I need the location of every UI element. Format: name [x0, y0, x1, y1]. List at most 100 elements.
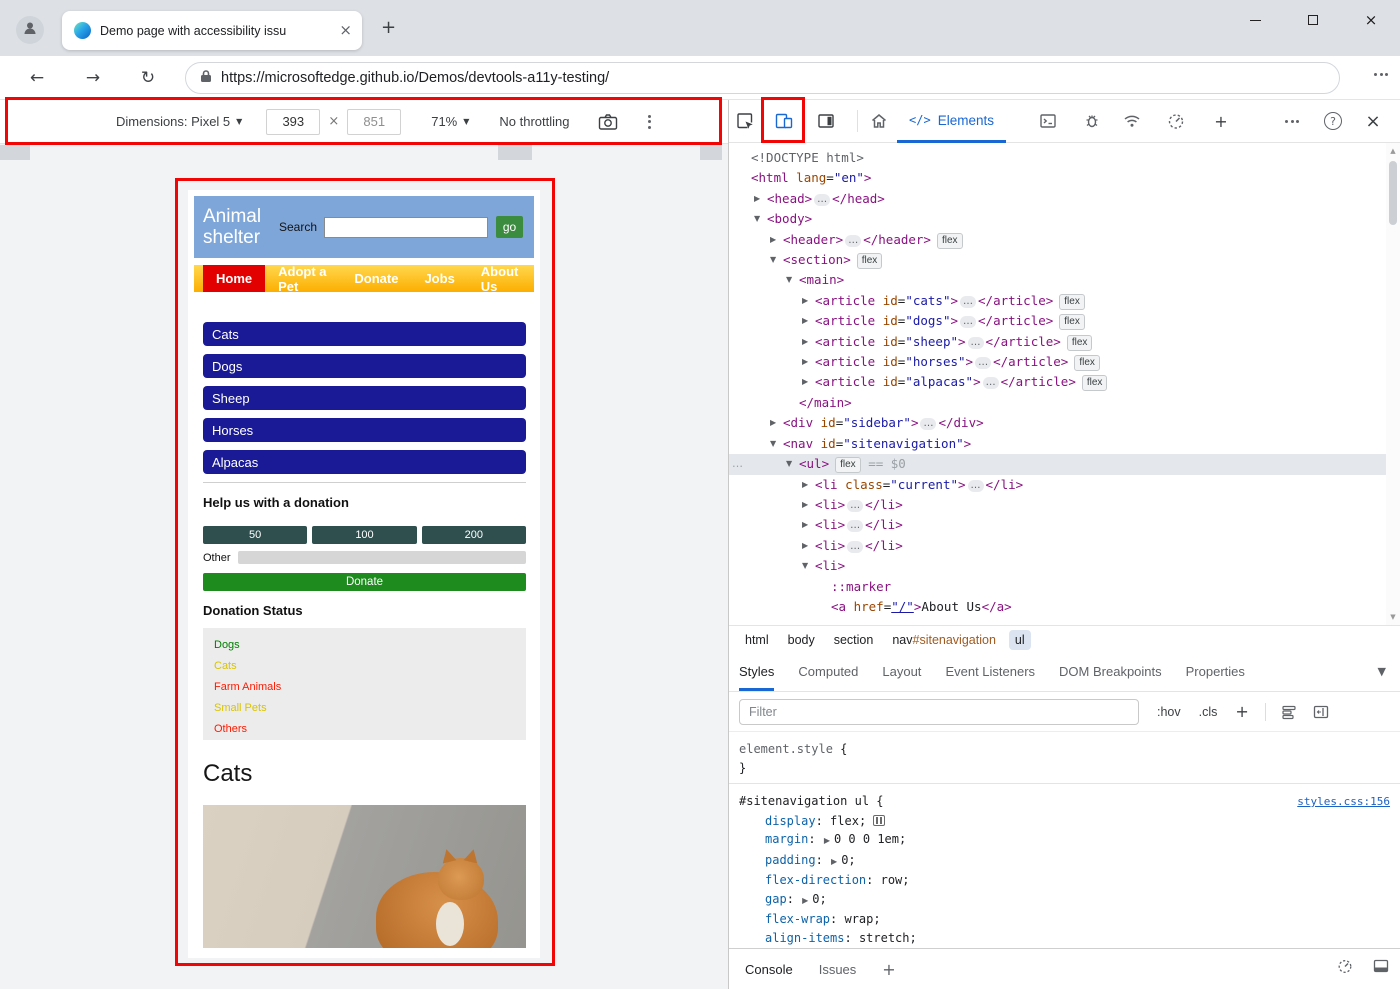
expand-arrow-icon[interactable]: ▶	[802, 352, 808, 372]
toggle-hover-state[interactable]: :hov	[1157, 705, 1181, 719]
status-link-small-pets[interactable]: Small Pets	[214, 702, 515, 714]
styles-tab-dom-breakpoints[interactable]: DOM Breakpoints	[1059, 653, 1162, 691]
drawer-tab-issues[interactable]: Issues	[819, 962, 857, 977]
expand-arrow-icon[interactable]: ▶	[802, 475, 808, 495]
device-width-input[interactable]	[266, 109, 320, 135]
throttling-select[interactable]: No throttling	[499, 114, 569, 129]
breadcrumb-item-section[interactable]: section	[828, 630, 880, 650]
inline-expand-icon[interactable]: …	[847, 520, 863, 532]
styles-tab-styles[interactable]: Styles	[739, 653, 774, 691]
donation-amount-button[interactable]: 50	[203, 526, 307, 544]
donation-amount-button[interactable]: 200	[422, 526, 526, 544]
animal-button-alpacas[interactable]: Alpacas	[203, 450, 526, 474]
flex-badge[interactable]: flex	[857, 253, 883, 269]
toggle-computed-pane-icon[interactable]	[1312, 703, 1330, 721]
css-property-display[interactable]: display: flex;	[739, 812, 1390, 831]
browser-tab[interactable]: Demo page with accessibility issu ×	[62, 11, 362, 50]
expand-arrow-icon[interactable]: ▶	[770, 230, 776, 250]
dom-tree-row[interactable]: ▶<article id="horses">…</article>flex	[729, 352, 1386, 372]
tab-close-icon[interactable]: ×	[339, 23, 352, 38]
expand-arrow-icon[interactable]: ▶	[802, 311, 808, 331]
home-icon[interactable]	[867, 109, 891, 133]
inline-expand-icon[interactable]: …	[845, 235, 861, 247]
inspect-element-icon[interactable]	[733, 109, 757, 133]
dom-tree-row[interactable]: ▼<body>	[729, 209, 1386, 229]
css-property-flex-wrap[interactable]: flex-wrap: wrap;	[739, 910, 1390, 929]
expand-arrow-icon[interactable]: ▶	[802, 332, 808, 352]
inline-expand-icon[interactable]: …	[968, 337, 984, 349]
expand-arrow-icon[interactable]: ▶	[802, 536, 808, 556]
expand-arrow-icon[interactable]: ▶	[802, 896, 808, 905]
nav-item-adopt-a-pet[interactable]: Adopt a Pet	[265, 265, 341, 292]
animal-button-cats[interactable]: Cats	[203, 322, 526, 346]
devtools-close-icon[interactable]: ×	[1361, 109, 1385, 133]
inline-expand-icon[interactable]: …	[975, 357, 991, 369]
dom-tree-row[interactable]: ▶<article id="cats">…</article>flex	[729, 291, 1386, 311]
element-style-rule[interactable]: element.style {	[739, 740, 1390, 759]
dom-tree-row[interactable]: ▼<li>	[729, 556, 1386, 576]
dom-tree-row[interactable]: ▶<li>…</li>	[729, 536, 1386, 556]
help-icon[interactable]: ?	[1321, 109, 1345, 133]
performance-icon[interactable]	[1164, 109, 1188, 133]
dom-tree-row[interactable]: ▼<nav id="sitenavigation">	[729, 434, 1386, 454]
debug-bug-icon[interactable]	[1080, 109, 1104, 133]
status-link-dogs[interactable]: Dogs	[214, 639, 515, 651]
dom-tree-row[interactable]: ▼<main>	[729, 270, 1386, 290]
window-close-button[interactable]: ×	[1342, 0, 1400, 40]
breadcrumb-item-html[interactable]: html	[739, 630, 775, 650]
collapse-arrow-icon[interactable]: ▼	[786, 270, 792, 290]
more-tabs-icon[interactable]: +	[1209, 109, 1233, 133]
dom-tree-row[interactable]: ::marker	[729, 577, 1386, 597]
donation-amount-button[interactable]: 100	[312, 526, 416, 544]
flex-badge[interactable]: flex	[1059, 314, 1085, 330]
drawer-more-tabs-icon[interactable]: +	[882, 960, 895, 979]
scrollbar-thumb[interactable]	[1389, 161, 1397, 225]
styles-tab-event-listeners[interactable]: Event Listeners	[945, 653, 1035, 691]
nav-item-home[interactable]: Home	[203, 265, 265, 292]
dom-tree-row[interactable]: ▶<li class="current">…</li>	[729, 475, 1386, 495]
console-panel-icon[interactable]	[1036, 109, 1060, 133]
window-maximize-button[interactable]	[1284, 0, 1342, 40]
search-go-button[interactable]: go	[496, 216, 523, 238]
collapse-arrow-icon[interactable]: ▼	[754, 209, 760, 229]
dock-side-icon[interactable]	[814, 109, 838, 133]
animal-button-sheep[interactable]: Sheep	[203, 386, 526, 410]
dom-tree-row[interactable]: </main>	[729, 393, 1386, 413]
address-bar[interactable]: https://microsoftedge.github.io/Demos/de…	[185, 62, 1340, 94]
expand-arrow-icon[interactable]: ▶	[802, 495, 808, 515]
animal-button-horses[interactable]: Horses	[203, 418, 526, 442]
styles-tab-computed[interactable]: Computed	[798, 653, 858, 691]
css-property-margin[interactable]: margin: ▶0 0 0 1em;	[739, 830, 1390, 851]
styles-tab-properties[interactable]: Properties	[1186, 653, 1245, 691]
dom-tree-row[interactable]: <!DOCTYPE html>	[729, 148, 1386, 168]
device-toolbar-menu-icon[interactable]	[640, 115, 660, 129]
dom-tree-row[interactable]: ▶<article id="sheep">…</article>flex	[729, 332, 1386, 352]
devtools-menu-icon[interactable]	[1280, 109, 1304, 133]
inline-expand-icon[interactable]: …	[920, 418, 936, 430]
css-property-gap[interactable]: gap: ▶0;	[739, 890, 1390, 911]
css-property-flex-direction[interactable]: flex-direction: row;	[739, 871, 1390, 890]
expand-arrow-icon[interactable]: ▶	[802, 291, 808, 311]
nav-item-about-us[interactable]: About Us	[468, 265, 534, 292]
node-menu-icon[interactable]: …	[732, 454, 743, 474]
styles-filter-input[interactable]	[739, 699, 1139, 725]
dom-tree-row[interactable]: ▼<section>flex	[729, 250, 1386, 270]
device-height-input[interactable]	[347, 109, 401, 135]
expand-arrow-icon[interactable]: ▶	[802, 372, 808, 392]
device-emulation-icon[interactable]	[772, 109, 796, 133]
flex-badge[interactable]: flex	[1082, 375, 1108, 391]
dom-tree-row[interactable]: …▼<ul>flex == $0	[729, 454, 1386, 474]
expand-arrow-icon[interactable]: ▶	[824, 836, 830, 845]
browser-menu-icon[interactable]	[1374, 73, 1388, 76]
collapse-arrow-icon[interactable]: ▼	[802, 556, 808, 576]
breadcrumb-item-ul[interactable]: ul	[1009, 630, 1031, 650]
nav-item-jobs[interactable]: Jobs	[411, 265, 467, 292]
back-button[interactable]: ←	[24, 65, 50, 91]
css-property-padding[interactable]: padding: ▶0;	[739, 851, 1390, 872]
scroll-down-icon[interactable]: ▼	[1386, 609, 1400, 625]
collapse-arrow-icon[interactable]: ▼	[786, 454, 792, 474]
flex-badge[interactable]: flex	[1067, 335, 1093, 351]
donate-button[interactable]: Donate	[203, 573, 526, 591]
dom-tree-scrollbar[interactable]: ▲ ▼	[1386, 143, 1400, 625]
expand-arrow-icon[interactable]: ▶	[831, 857, 837, 866]
